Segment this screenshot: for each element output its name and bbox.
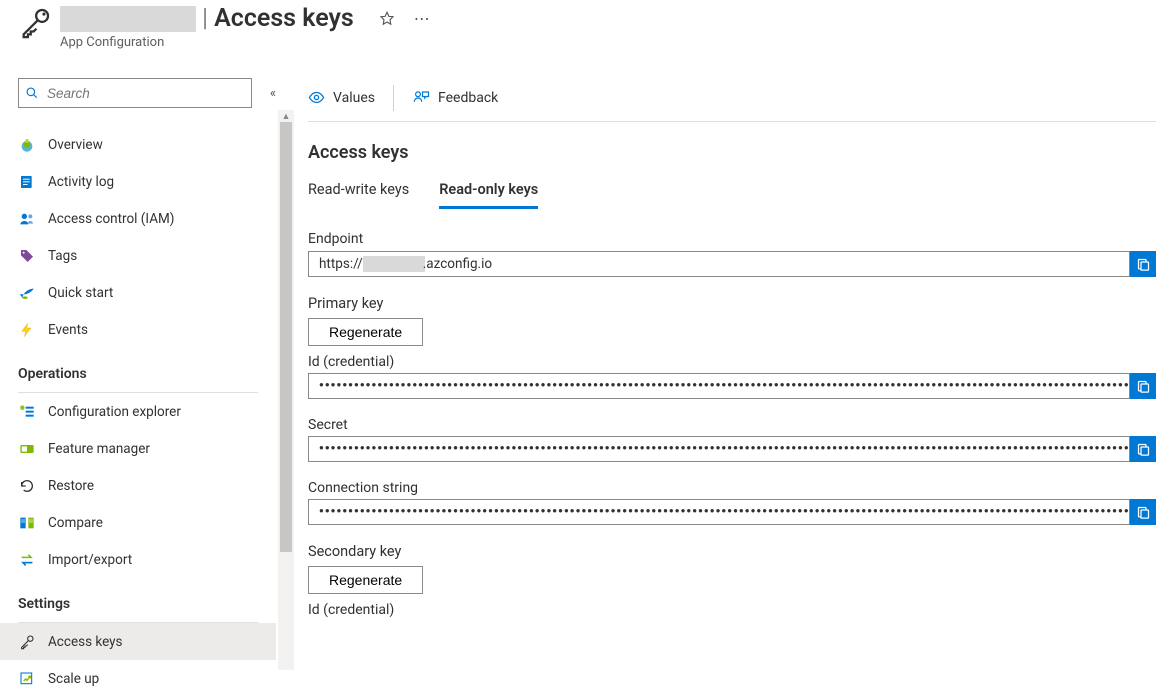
primary-id-field[interactable]: ●●●●●●●●●●●●●●●●●●●●●●●●●●●●●●●●●●●●●●●●… (308, 373, 1130, 399)
feedback-icon (412, 89, 430, 107)
header-subtitle: App Configuration (60, 35, 432, 50)
import-export-icon (18, 551, 36, 569)
sidebar-group-operations: Operations (0, 348, 276, 388)
regenerate-secondary-button[interactable]: Regenerate (308, 566, 423, 594)
resource-name-redacted (60, 6, 196, 32)
main-content: Values Feedback Access keys Read-write k… (276, 58, 1166, 679)
copy-endpoint-button[interactable] (1130, 251, 1156, 277)
key-icon (18, 6, 52, 40)
favorite-button[interactable] (378, 10, 396, 28)
copy-icon (1136, 257, 1151, 272)
sidebar-item-compare[interactable]: Compare (0, 504, 276, 541)
endpoint-prefix: https:// (319, 256, 363, 272)
eye-icon (308, 89, 325, 106)
scroll-up-arrow-icon[interactable]: ▲ (278, 110, 294, 122)
sidebar-item-activity-log[interactable]: Activity log (0, 163, 276, 200)
sidebar-scrollbar[interactable]: ▲ (278, 110, 294, 670)
sidebar-item-label: Tags (48, 248, 77, 264)
access-keys-icon (18, 633, 36, 651)
compare-icon (18, 514, 36, 532)
sidebar-item-access-keys[interactable]: Access keys (0, 623, 276, 660)
secondary-id-label: Id (credential) (308, 602, 1156, 618)
sidebar-item-tags[interactable]: Tags (0, 237, 276, 274)
endpoint-label: Endpoint (308, 231, 1156, 247)
endpoint-suffix: .azconfig.io (423, 256, 492, 272)
sidebar-item-label: Restore (48, 478, 94, 494)
values-label: Values (333, 90, 375, 106)
sidebar-item-label: Quick start (48, 285, 113, 301)
tab-read-only[interactable]: Read-only keys (439, 175, 538, 209)
feature-manager-icon (18, 440, 36, 458)
copy-icon (1136, 442, 1151, 457)
primary-key-title: Primary key (308, 295, 1156, 312)
sidebar-item-feature-manager[interactable]: Feature manager (0, 430, 276, 467)
sidebar-item-import-export[interactable]: Import/export (0, 541, 276, 578)
activity-log-icon (18, 173, 36, 191)
scroll-thumb[interactable] (280, 122, 292, 552)
sidebar-item-label: Events (48, 322, 88, 338)
sidebar-search-input[interactable] (45, 85, 245, 102)
primary-secret-field[interactable]: ●●●●●●●●●●●●●●●●●●●●●●●●●●●●●●●●●●●●●●●●… (308, 436, 1130, 462)
regenerate-primary-button[interactable]: Regenerate (308, 318, 423, 346)
page-header: | Access keys ⋯ App Configuration (0, 0, 1166, 58)
toolbar: Values Feedback (308, 74, 1156, 122)
overview-icon (18, 136, 36, 154)
copy-primary-id-button[interactable] (1130, 373, 1156, 399)
restore-icon (18, 477, 36, 495)
sidebar-item-iam[interactable]: Access control (IAM) (0, 200, 276, 237)
sidebar-item-quickstart[interactable]: Quick start (0, 274, 276, 311)
copy-icon (1136, 505, 1151, 520)
primary-secret-label: Secret (308, 417, 1156, 433)
endpoint-field[interactable]: https:// .azconfig.io (308, 251, 1130, 277)
copy-primary-secret-button[interactable] (1130, 436, 1156, 462)
endpoint-redacted (363, 256, 425, 272)
sidebar-item-label: Feature manager (48, 441, 150, 457)
copy-primary-conn-button[interactable] (1130, 499, 1156, 525)
search-icon (25, 86, 39, 100)
primary-conn-field[interactable]: ●●●●●●●●●●●●●●●●●●●●●●●●●●●●●●●●●●●●●●●●… (308, 499, 1130, 525)
sidebar-item-restore[interactable]: Restore (0, 467, 276, 504)
iam-icon (18, 210, 36, 228)
sidebar-item-label: Import/export (48, 552, 132, 568)
sidebar-item-label: Compare (48, 515, 103, 531)
sidebar-item-label: Access keys (48, 634, 123, 650)
sidebar-search[interactable] (18, 78, 252, 108)
section-title: Access keys (308, 142, 1156, 163)
sidebar-item-config-explorer[interactable]: Configuration explorer (0, 393, 276, 430)
feedback-button[interactable]: Feedback (412, 89, 498, 107)
sidebar-item-overview[interactable]: Overview (0, 126, 276, 163)
more-button[interactable]: ⋯ (414, 9, 432, 28)
sidebar-nav: Overview Activity log Access control (IA… (0, 126, 276, 697)
sidebar-item-label: Configuration explorer (48, 404, 181, 420)
sidebar-group-settings: Settings (0, 578, 276, 618)
primary-conn-label: Connection string (308, 480, 1156, 496)
quickstart-icon (18, 284, 36, 302)
collapse-sidebar-button[interactable]: « (270, 86, 276, 101)
tab-read-write[interactable]: Read-write keys (308, 175, 409, 209)
primary-id-label: Id (credential) (308, 354, 1156, 370)
secondary-key-title: Secondary key (308, 543, 1156, 560)
title-separator: | (202, 4, 208, 33)
values-button[interactable]: Values (308, 89, 375, 106)
feedback-label: Feedback (438, 90, 498, 106)
sidebar-item-label: Activity log (48, 174, 114, 190)
sidebar-item-label: Access control (IAM) (48, 211, 175, 227)
config-explorer-icon (18, 403, 36, 421)
events-icon (18, 321, 36, 339)
tags-icon (18, 247, 36, 265)
sidebar-item-events[interactable]: Events (0, 311, 276, 348)
sidebar: « Overview Activity log Access contr (0, 58, 276, 679)
page-title: Access keys (214, 4, 354, 33)
sidebar-item-label: Overview (48, 137, 103, 153)
toolbar-separator (393, 85, 394, 111)
tabs: Read-write keys Read-only keys (308, 175, 1156, 209)
copy-icon (1136, 379, 1151, 394)
